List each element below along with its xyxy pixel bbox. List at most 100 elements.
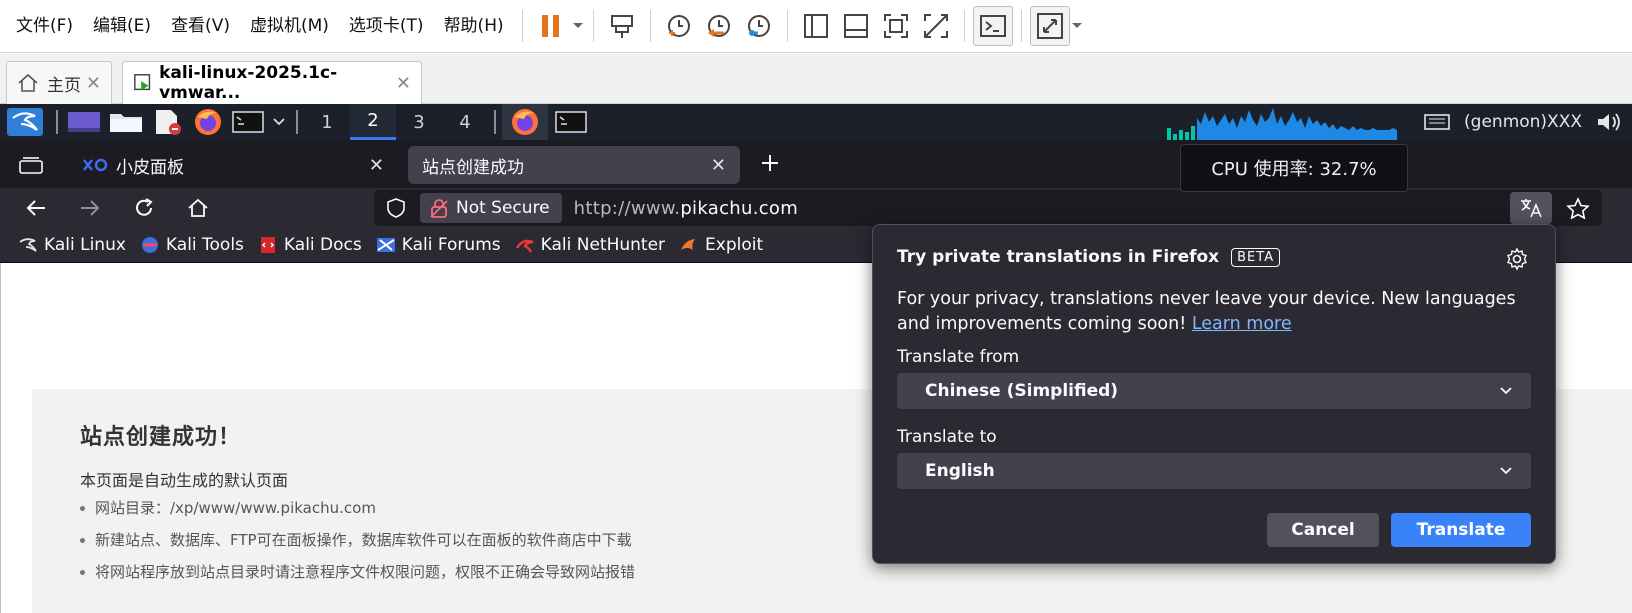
reload-icon [136, 198, 153, 216]
translation-description: For your privacy, translations never lea… [897, 287, 1537, 337]
fullscreen-icon [883, 14, 908, 38]
bookmark-kali-docs[interactable]: Kali Docs [258, 235, 362, 255]
new-tab-button[interactable] [760, 150, 780, 180]
url-text[interactable]: http://www.pikachu.com [574, 198, 798, 219]
caret-down-icon [572, 23, 583, 28]
learn-more-link[interactable]: Learn more [1192, 314, 1292, 334]
vmware-menubar: 文件(F) 编辑(E) 查看(V) 虚拟机(M) 选项卡(T) 帮助(H) [0, 0, 1632, 53]
workspace-1[interactable]: 1 [304, 104, 350, 140]
menu-file[interactable]: 文件(F) [0, 0, 83, 53]
unity-button[interactable] [916, 6, 956, 46]
workspace-4[interactable]: 4 [442, 104, 488, 140]
translate-from-select[interactable]: Chinese (Simplified) [897, 373, 1531, 409]
file-manager-launcher[interactable] [104, 104, 148, 140]
menu-help[interactable]: 帮助(H) [434, 0, 514, 53]
clock-add-icon [667, 15, 690, 37]
power-dropdown[interactable] [571, 6, 585, 46]
list-all-tabs-button[interactable] [18, 154, 44, 180]
list-item-text: 网站目录：/xp/www/www.pikachu.com [95, 499, 376, 517]
translate-to-select[interactable]: English [897, 453, 1531, 489]
tracking-protection-button[interactable] [386, 197, 406, 223]
reload-button[interactable] [128, 192, 160, 224]
console-view-button[interactable] [972, 6, 1013, 46]
bookmark-exploit-db[interactable]: Exploit [679, 235, 763, 255]
taskbar-firefox-window[interactable] [502, 104, 548, 140]
arrow-left-icon [26, 200, 45, 216]
shield-icon [387, 198, 405, 218]
cpu-load-graph[interactable] [1165, 104, 1397, 140]
firefox-tab-site-created[interactable]: 站点创建成功 ✕ [408, 146, 740, 184]
forward-button[interactable] [74, 192, 106, 224]
firefox-tab-xp-panel[interactable]: 小皮面板 ✕ [68, 146, 398, 184]
close-icon[interactable]: ✕ [396, 73, 411, 94]
workspace-3[interactable]: 3 [396, 104, 442, 140]
taskbar-terminal-window[interactable] [548, 104, 594, 140]
resize-icon [1036, 13, 1063, 39]
close-tab-icon[interactable]: ✕ [711, 155, 726, 176]
bottom-panel-layout-icon [843, 14, 868, 38]
menu-edit[interactable]: 编辑(E) [83, 0, 161, 53]
bookmark-kali-linux[interactable]: Kali Linux [18, 235, 126, 255]
site-security-button[interactable]: Not Secure [420, 193, 562, 223]
volume-icon[interactable] [1596, 111, 1622, 133]
pause-vm-button[interactable] [531, 6, 571, 46]
kali-menu-button[interactable] [0, 104, 50, 140]
close-tab-icon[interactable]: ✕ [369, 155, 384, 176]
chevron-down-icon [1500, 387, 1512, 395]
menu-divider [521, 10, 523, 42]
menu-vm[interactable]: 虚拟机(M) [240, 0, 339, 53]
kali-forums-icon [376, 238, 395, 252]
back-button[interactable] [20, 192, 52, 224]
firefox-launcher[interactable] [188, 104, 228, 140]
bookmark-label: Kali Docs [283, 235, 362, 255]
desktop-icon [68, 112, 100, 132]
bookmark-kali-nethunter[interactable]: Kali NetHunter [515, 235, 665, 255]
full-screen-button[interactable] [876, 6, 916, 46]
keyboard-layout-icon[interactable] [1424, 113, 1450, 131]
pause-icon [541, 15, 559, 37]
chevron-down-icon [1500, 467, 1512, 475]
kali-docs-icon [260, 237, 275, 253]
show-thumbnail-button[interactable] [836, 6, 876, 46]
send-ctrl-alt-del-button[interactable] [602, 6, 642, 46]
terminal-launcher[interactable] [228, 104, 268, 140]
no-fullscreen-icon [923, 14, 948, 38]
clock-manage-icon [747, 15, 770, 37]
launcher-dropdown[interactable] [268, 104, 290, 140]
panel-divider [296, 110, 298, 134]
workspace-2[interactable]: 2 [350, 104, 396, 140]
tab-home[interactable]: 主页 ✕ [6, 61, 112, 104]
url-bar[interactable]: Not Secure http://www.pikachu.com [374, 190, 1602, 226]
page-heading: 站点创建成功！ [80, 425, 242, 450]
bookmark-kali-tools[interactable]: Kali Tools [140, 235, 244, 255]
translate-button[interactable]: Translate [1391, 513, 1531, 547]
bookmark-star-button[interactable] [1562, 192, 1594, 224]
snapshot-button[interactable] [659, 6, 699, 46]
home-icon [188, 198, 208, 217]
gear-icon[interactable] [1505, 247, 1529, 271]
snapshot-manager-button[interactable] [739, 6, 779, 46]
bullet [80, 538, 85, 543]
list-item-text: 新建站点、数据库、FTP可在面板操作，数据库软件可以在面板的软件商店中下载 [95, 531, 632, 549]
home-button[interactable] [182, 192, 214, 224]
tab-title: 站点创建成功 [422, 157, 524, 178]
menu-tabs[interactable]: 选项卡(T) [339, 0, 434, 53]
text-editor-launcher[interactable] [148, 104, 188, 140]
bookmark-kali-forums[interactable]: Kali Forums [376, 235, 501, 255]
vmware-tab-strip: 主页 ✕ kali-linux-2025.1c-vmwar... ✕ [0, 54, 1632, 104]
bookmark-label: Kali NetHunter [540, 235, 666, 255]
stretch-dropdown[interactable] [1070, 6, 1084, 46]
home-icon [18, 73, 38, 92]
revert-snapshot-button[interactable] [699, 6, 739, 46]
translation-panel: Try private translations in Firefox BETA… [872, 224, 1556, 564]
show-library-button[interactable] [796, 6, 836, 46]
toolbar-divider [786, 10, 788, 42]
menu-view[interactable]: 查看(V) [161, 0, 240, 53]
close-icon[interactable]: ✕ [86, 73, 101, 94]
tab-kali-vm[interactable]: kali-linux-2025.1c-vmwar... ✕ [122, 61, 422, 104]
show-desktop-button[interactable] [64, 104, 104, 140]
translate-page-button[interactable] [1510, 192, 1552, 224]
genmon-text[interactable]: (genmon)XXX [1464, 112, 1582, 132]
cancel-button[interactable]: Cancel [1267, 513, 1379, 547]
stretch-guest-button[interactable] [1029, 6, 1070, 46]
